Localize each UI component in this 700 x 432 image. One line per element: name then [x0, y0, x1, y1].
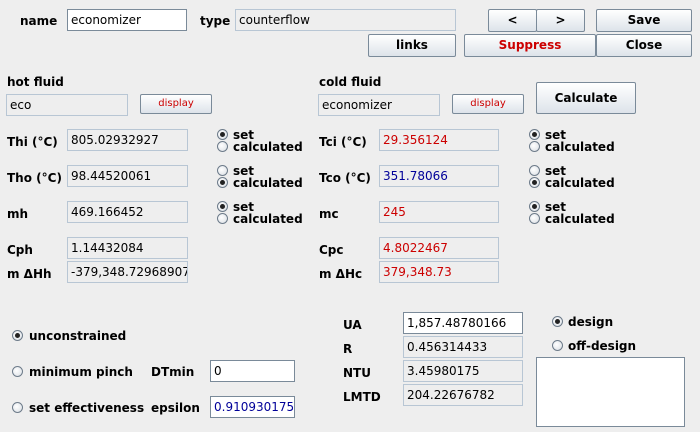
ua-label: UA — [343, 318, 362, 332]
cph-label: Cph — [7, 243, 33, 257]
previous-button[interactable]: < — [488, 9, 537, 32]
type-field: counterflow — [235, 9, 456, 31]
tho-label: Tho (°C) — [7, 171, 62, 185]
thi-calculated-radio[interactable] — [217, 141, 228, 152]
tco-field: 351.78066 — [379, 165, 499, 187]
calculate-button[interactable]: Calculate — [536, 82, 636, 114]
lmtd-field: 204.22676782 — [403, 384, 523, 406]
off-design-radio[interactable] — [552, 340, 563, 351]
tci-calculated-label: calculated — [545, 140, 615, 154]
mdhh-field: -379,348.72968907 — [67, 261, 188, 283]
tho-calculated-radio[interactable] — [217, 177, 228, 188]
cold-display-button[interactable]: display — [452, 94, 524, 114]
unconstrained-label: unconstrained — [29, 329, 127, 343]
epsilon-label: epsilon — [151, 401, 200, 415]
mc-field: 245 — [379, 201, 499, 223]
minimum-pinch-label: minimum pinch — [29, 365, 133, 379]
mh-set-radio[interactable] — [217, 201, 228, 212]
next-button[interactable]: > — [536, 9, 585, 32]
design-radio[interactable] — [552, 316, 563, 327]
mh-calculated-label: calculated — [233, 212, 303, 226]
dtmin-input[interactable]: 0 — [210, 360, 295, 382]
tco-calculated-radio[interactable] — [529, 177, 540, 188]
lmtd-label: LMTD — [343, 390, 381, 404]
tci-set-radio[interactable] — [529, 129, 540, 140]
links-button[interactable]: links — [368, 34, 456, 57]
close-button[interactable]: Close — [596, 34, 692, 57]
cold-fluid-title: cold fluid — [319, 75, 382, 89]
design-label: design — [568, 315, 614, 329]
tci-calculated-radio[interactable] — [529, 141, 540, 152]
dtmin-label: DTmin — [151, 365, 195, 379]
tci-label: Tci (°C) — [319, 135, 367, 149]
mh-field: 469.166452 — [67, 201, 188, 223]
thi-field: 805.02932927 — [67, 129, 188, 151]
hot-fluid-title: hot fluid — [7, 75, 64, 89]
tco-calculated-label: calculated — [545, 176, 615, 190]
mc-calculated-label: calculated — [545, 212, 615, 226]
mc-label: mc — [319, 207, 339, 221]
mdhc-field: 379,348.73 — [379, 261, 499, 283]
ntu-label: NTU — [343, 366, 371, 380]
thi-set-radio[interactable] — [217, 129, 228, 140]
mc-calculated-radio[interactable] — [529, 213, 540, 224]
mc-set-radio[interactable] — [529, 201, 540, 212]
cold-fluid-field: economizer — [318, 94, 440, 116]
mh-label: mh — [7, 207, 29, 221]
off-design-label: off-design — [568, 339, 637, 353]
ua-input[interactable]: 1,857.48780166 — [403, 312, 523, 334]
mh-calculated-radio[interactable] — [217, 213, 228, 224]
name-input[interactable]: economizer — [67, 9, 187, 31]
name-label: name — [20, 14, 58, 28]
mdhc-label: m ΔHc — [319, 267, 363, 281]
hot-display-button[interactable]: display — [140, 94, 212, 114]
save-button[interactable]: Save — [596, 9, 692, 32]
hot-fluid-field: eco — [6, 94, 128, 116]
tho-set-radio[interactable] — [217, 165, 228, 176]
tci-field: 29.356124 — [379, 129, 499, 151]
tco-set-radio[interactable] — [529, 165, 540, 176]
tho-field: 98.44520061 — [67, 165, 188, 187]
unconstrained-radio[interactable] — [12, 330, 23, 341]
set-effectiveness-label: set effectiveness — [29, 401, 145, 415]
tco-label: Tco (°C) — [319, 171, 371, 185]
ntu-field: 3.45980175 — [403, 360, 523, 382]
minimum-pinch-radio[interactable] — [12, 366, 23, 377]
cpc-label: Cpc — [319, 243, 344, 257]
suppress-button[interactable]: Suppress — [464, 34, 596, 57]
cph-field: 1.14432084 — [67, 237, 188, 259]
tho-calculated-label: calculated — [233, 176, 303, 190]
cpc-field: 4.8022467 — [379, 237, 499, 259]
r-label: R — [343, 342, 353, 356]
notes-textarea[interactable] — [536, 357, 685, 427]
thi-label: Thi (°C) — [7, 135, 58, 149]
type-label: type — [200, 14, 231, 28]
r-field: 0.456314433 — [403, 336, 523, 358]
thi-calculated-label: calculated — [233, 140, 303, 154]
epsilon-input[interactable]: 0.910930175 — [210, 396, 295, 418]
mdhh-label: m ΔHh — [7, 267, 52, 281]
set-effectiveness-radio[interactable] — [12, 402, 23, 413]
